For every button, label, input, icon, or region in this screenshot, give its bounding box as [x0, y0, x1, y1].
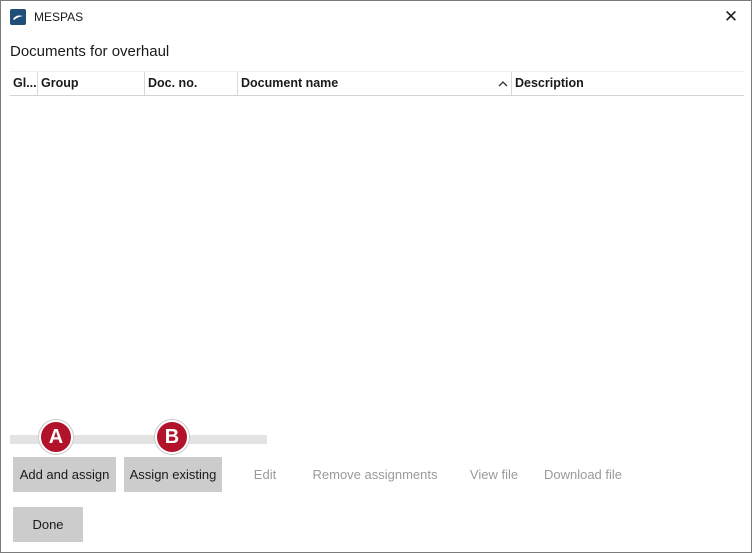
column-header-doc-no[interactable]: Doc. no. — [145, 72, 238, 95]
download-file-button[interactable]: Download file — [537, 457, 629, 492]
view-file-button[interactable]: View file — [463, 457, 525, 492]
column-header-gl[interactable]: Gl... — [10, 72, 38, 95]
callout-badge-a: A — [39, 420, 73, 454]
remove-assignments-button[interactable]: Remove assignments — [307, 457, 443, 492]
column-header-group[interactable]: Group — [38, 72, 145, 95]
title-bar: MESPAS ✕ — [1, 1, 751, 33]
callout-badge-b: B — [155, 420, 189, 454]
edit-button[interactable]: Edit — [245, 457, 285, 492]
app-title: MESPAS — [34, 10, 84, 24]
table-header: Gl... Group Doc. no. Document name Descr… — [10, 71, 744, 96]
dialog-window: MESPAS ✕ Documents for overhaul Gl... Gr… — [0, 0, 752, 553]
close-icon[interactable]: ✕ — [713, 1, 749, 33]
page-title: Documents for overhaul — [10, 43, 170, 60]
column-header-document-name[interactable]: Document name — [238, 72, 512, 95]
mespas-logo-icon — [10, 9, 26, 25]
done-button[interactable]: Done — [13, 507, 83, 542]
column-header-description[interactable]: Description — [512, 72, 744, 95]
add-and-assign-button[interactable]: Add and assign — [13, 457, 116, 492]
sort-ascending-icon — [498, 81, 508, 87]
assign-existing-button[interactable]: Assign existing — [124, 457, 222, 492]
